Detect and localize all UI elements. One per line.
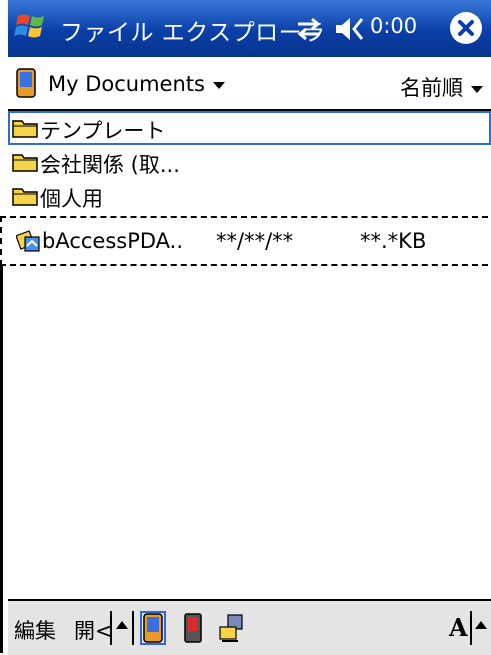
- sort-label: 名前順: [400, 76, 463, 100]
- list-item-file[interactable]: bAccessPDA.. **/**/** **.*KB: [0, 216, 488, 266]
- clock[interactable]: 0:00: [370, 14, 417, 38]
- open-menu[interactable]: 開<: [74, 615, 113, 645]
- sync-icon[interactable]: [294, 17, 324, 41]
- close-icon: [458, 20, 474, 36]
- folder-bar: My Documents 名前順: [8, 57, 491, 111]
- folder-name-label: My Documents: [48, 72, 205, 96]
- file-explorer-window: ファイル エクスプローラ 0:00 My Documents 名前順 テンプレー…: [0, 0, 491, 655]
- chevron-down-icon: [471, 85, 483, 93]
- list-item-folder[interactable]: 個人用: [8, 179, 491, 213]
- speaker-icon[interactable]: [334, 15, 366, 43]
- file-size: **.*KB: [360, 229, 427, 253]
- up-arrow-icon[interactable]: [116, 621, 128, 629]
- file-date: **/**/**: [216, 229, 294, 253]
- app-title: ファイル エクスプローラ: [60, 20, 326, 46]
- window-left-border: [0, 266, 3, 653]
- list-item-folder[interactable]: テンプレート: [8, 111, 491, 145]
- sort-dropdown[interactable]: 名前順: [400, 72, 483, 102]
- command-bar: 編集 開< A: [8, 599, 491, 655]
- toolbar-divider: [132, 611, 134, 645]
- windows-start-icon[interactable]: [14, 10, 48, 44]
- app-file-icon: [16, 230, 40, 252]
- font-size-button[interactable]: A: [449, 613, 468, 642]
- folder-icon: [12, 120, 38, 138]
- file-list: テンプレート 会社関係 (取... 個人用: [8, 111, 491, 213]
- title-bar: ファイル エクスプローラ 0:00: [8, 0, 491, 57]
- file-name: bAccessPDA..: [42, 229, 184, 253]
- storage-card-icon[interactable]: [182, 613, 204, 643]
- toolbar-divider: [470, 611, 472, 645]
- close-button[interactable]: [450, 12, 482, 44]
- pda-icon[interactable]: [140, 611, 166, 645]
- up-arrow-icon[interactable]: [475, 621, 487, 629]
- folder-icon: [12, 188, 38, 206]
- toolbar-divider: [110, 611, 112, 645]
- list-item-folder[interactable]: 会社関係 (取...: [8, 145, 491, 179]
- edit-menu[interactable]: 編集: [14, 615, 56, 645]
- folder-dropdown[interactable]: My Documents: [48, 72, 225, 96]
- network-icon[interactable]: [218, 613, 246, 643]
- pda-icon: [16, 68, 36, 98]
- chevron-down-icon: [212, 81, 225, 89]
- folder-name: テンプレート: [40, 119, 166, 143]
- folder-name: 個人用: [40, 187, 103, 211]
- folder-name: 会社関係 (取...: [40, 153, 180, 177]
- folder-icon: [12, 154, 38, 172]
